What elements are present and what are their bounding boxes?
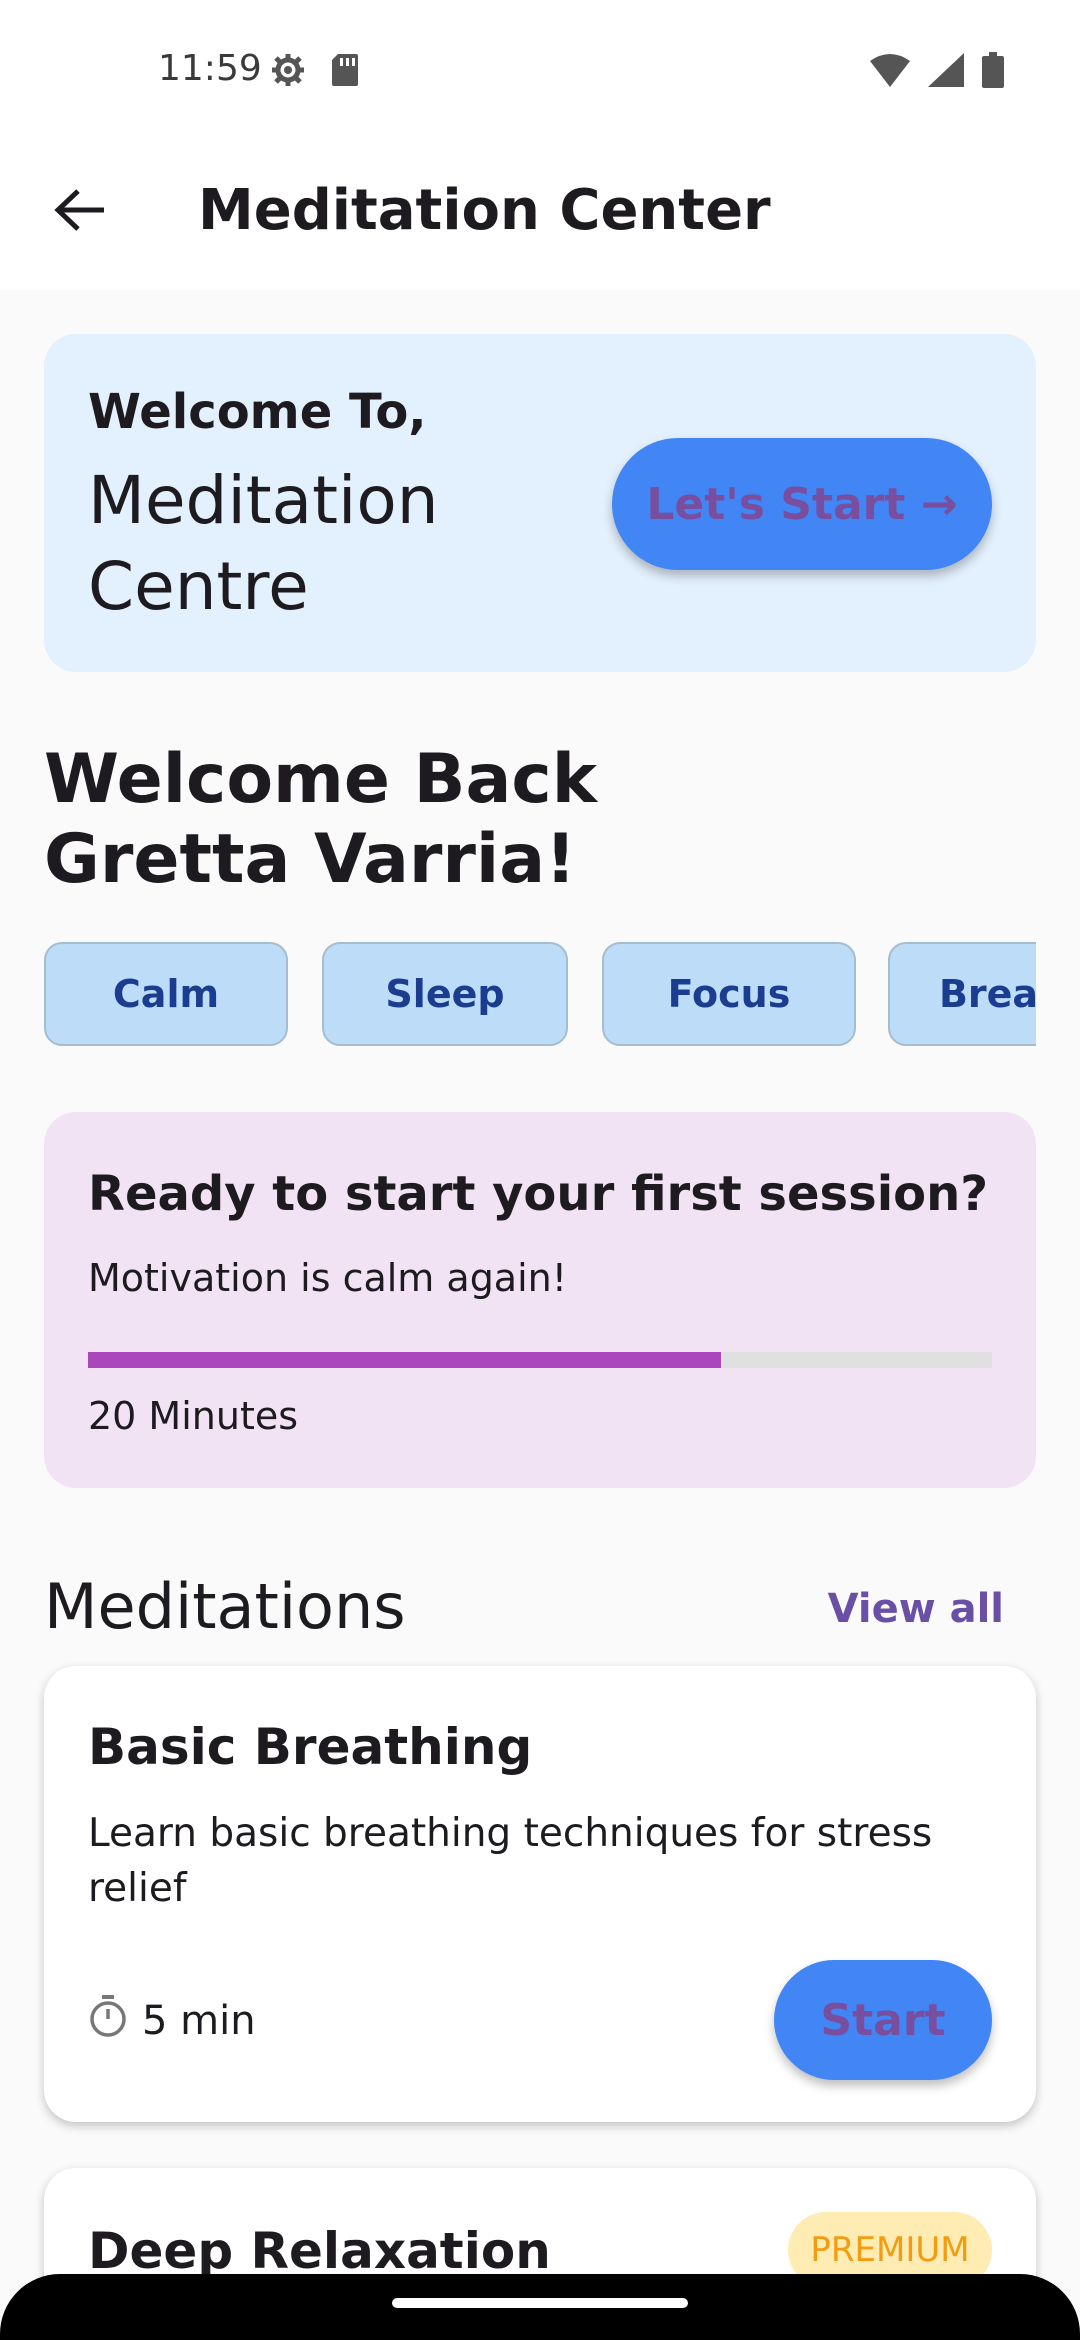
- meditations-heading: Meditations: [44, 1570, 406, 1643]
- meditation-duration-row: 5 min: [88, 1994, 256, 2048]
- welcome-hero-card: Welcome To, Meditation Centre Let's Star…: [44, 334, 1036, 672]
- start-button[interactable]: Start: [774, 1960, 992, 2080]
- home-indicator[interactable]: [392, 2298, 688, 2308]
- welcome-back-heading: Welcome Back Gretta Varria!: [44, 740, 597, 900]
- meditation-card[interactable]: Basic Breathing Learn basic breathing te…: [44, 1666, 1036, 2122]
- status-left-icons: [270, 52, 360, 92]
- first-session-card[interactable]: Ready to start your first session? Motiv…: [44, 1112, 1036, 1488]
- user-greeting: Gretta Varria!: [44, 820, 577, 899]
- battery-icon: [982, 52, 1004, 92]
- settings-icon: [270, 52, 306, 92]
- back-button[interactable]: [40, 172, 120, 252]
- page-title: Meditation Center: [198, 178, 771, 243]
- lets-start-button[interactable]: Let's Start →: [612, 438, 992, 570]
- session-progress-fill: [88, 1352, 721, 1368]
- session-subtitle: Motivation is calm again!: [88, 1256, 567, 1300]
- chip-focus[interactable]: Focus: [602, 942, 856, 1046]
- session-duration: 20 Minutes: [88, 1394, 299, 1438]
- wifi-icon: [870, 53, 910, 91]
- status-right-icons: [870, 52, 1004, 92]
- view-all-link[interactable]: View all: [828, 1586, 1004, 1632]
- meditation-duration: 5 min: [142, 1998, 256, 2044]
- chip-breathe[interactable]: Breathe: [888, 942, 1036, 1046]
- meditation-title: Deep Relaxation: [88, 2222, 551, 2280]
- arrow-back-icon: [54, 188, 106, 236]
- timer-icon: [88, 1994, 128, 2048]
- hero-title: Meditation Centre: [88, 462, 439, 625]
- meditation-title: Basic Breathing: [88, 1718, 533, 1776]
- chip-calm[interactable]: Calm: [44, 942, 288, 1046]
- sd-card-icon: [330, 52, 360, 92]
- signal-icon: [928, 53, 964, 91]
- status-time: 11:59: [158, 48, 262, 89]
- app-bar: Meditation Center: [0, 140, 1080, 290]
- session-progress-bar: [88, 1352, 992, 1368]
- welcome-line-1: Welcome Back: [44, 740, 597, 819]
- status-bar: 11:59: [0, 0, 1080, 140]
- category-chips[interactable]: Calm Sleep Focus Breathe: [44, 942, 1036, 1046]
- session-title: Ready to start your first session?: [88, 1166, 989, 1222]
- chip-sleep[interactable]: Sleep: [322, 942, 568, 1046]
- hero-kicker: Welcome To,: [88, 384, 427, 440]
- meditation-description: Learn basic breathing techniques for str…: [88, 1811, 933, 1911]
